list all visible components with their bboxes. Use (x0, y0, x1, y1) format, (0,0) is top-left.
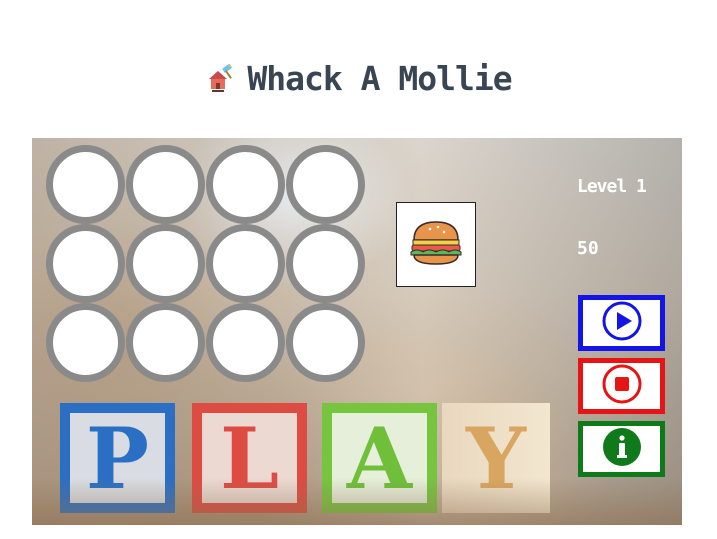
mole-hole-10[interactable] (126, 303, 205, 382)
mole-hole-9[interactable] (46, 303, 125, 382)
mole-hole-7[interactable] (206, 224, 285, 303)
title-bar: Whack A Mollie (0, 52, 717, 104)
info-icon (601, 426, 643, 472)
stop-icon (601, 363, 643, 409)
target-card (396, 202, 476, 287)
play-button[interactable] (578, 295, 665, 351)
mole-hole-6[interactable] (126, 224, 205, 303)
mole-hole-5[interactable] (46, 224, 125, 303)
hole-grid (46, 145, 366, 382)
info-button[interactable] (578, 421, 665, 477)
mole-hole-12[interactable] (286, 303, 365, 382)
hamburger-icon (408, 218, 464, 272)
level-label: Level 1 (577, 176, 647, 197)
house-with-hammer-icon (205, 63, 235, 93)
stop-button[interactable] (578, 358, 665, 414)
mole-hole-4[interactable] (286, 145, 365, 224)
game-board: P L A Y Level 1 50 (32, 138, 682, 525)
mole-hole-11[interactable] (206, 303, 285, 382)
floor-shade (32, 478, 682, 525)
score-value: 50 (577, 238, 599, 259)
game-title: Whack A Mollie (247, 58, 512, 98)
mole-hole-3[interactable] (206, 145, 285, 224)
mole-hole-8[interactable] (286, 224, 365, 303)
play-icon (601, 300, 643, 346)
mole-hole-2[interactable] (126, 145, 205, 224)
mole-hole-1[interactable] (46, 145, 125, 224)
